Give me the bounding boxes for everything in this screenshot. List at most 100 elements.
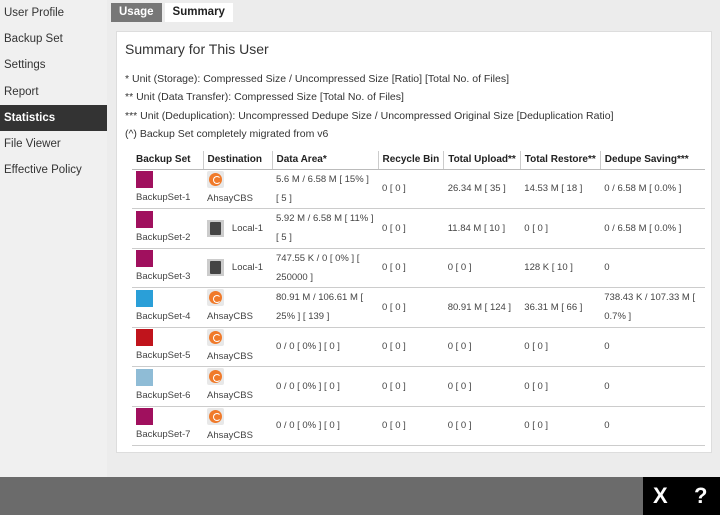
total-upload-cell: 0 [ 0 ]	[443, 327, 521, 367]
total-restore-cell: 0 [ 0 ]	[520, 327, 601, 367]
backup-set-cell: BackupSet-1	[132, 169, 203, 209]
destination-name: Local-1	[231, 262, 264, 274]
column-header: Total Upload**	[443, 151, 521, 170]
total-restore-cell: 0 [ 0 ]	[520, 366, 601, 407]
destination-cell: AhsayCBS	[203, 287, 272, 328]
column-header: Destination	[202, 151, 272, 170]
backup-set-name: BackupSet-4	[136, 310, 191, 322]
column-header: Data Area*	[271, 151, 378, 170]
sidebar-item-statistics[interactable]: Statistics	[0, 104, 107, 131]
table-row[interactable]: BackupSet-1 AhsayCBS 5.6 M / 6.58 M [ 15% …	[132, 169, 706, 209]
backup-set-name: BackupSet-1	[136, 192, 191, 204]
help-button[interactable]: ?	[694, 483, 707, 509]
table-row[interactable]: BackupSet-3 Local-1 747.55 K / 0 [ 0% ] […	[132, 248, 706, 288]
data-area-cell: 0 / 0 [ 0% ] [ 0 ]	[272, 327, 378, 367]
destination-name: AhsayCBS	[207, 311, 253, 323]
recycle-bin-cell: 0 [ 0 ]	[378, 169, 444, 209]
recycle-bin-cell: 0 [ 0 ]	[378, 208, 444, 249]
destination-name: AhsayCBS	[207, 350, 253, 362]
database-icon	[136, 329, 153, 347]
destination-name: Local-1	[231, 222, 264, 234]
recycle-bin-cell: 0 [ 0 ]	[378, 287, 444, 328]
file-icon	[136, 250, 153, 268]
backup-set-name: BackupSet-2	[136, 231, 191, 243]
total-upload-cell: 11.84 M [ 10 ]	[443, 208, 521, 249]
note: * Unit (Storage): Compressed Size / Unco…	[125, 73, 509, 85]
column-header: Backup Set	[132, 151, 203, 170]
tab-summary[interactable]: Summary	[164, 3, 233, 22]
destination-cell: Local-1	[203, 208, 272, 249]
data-area-cell: 80.91 M / 106.61 M [ 25% ] [ 139 ]	[272, 287, 378, 328]
summary-panel: Summary for This User * Unit (Storage): …	[116, 31, 712, 453]
sidebar-item-user-profile[interactable]: User Profile	[0, 0, 107, 26]
table-row[interactable]: BackupSet-5 AhsayCBS 0 / 0 [ 0% ] [ 0 ] 0 […	[132, 327, 706, 367]
tab-bar: Usage Summary	[111, 3, 236, 22]
backup-set-name: BackupSet-3	[136, 271, 191, 283]
dedupe-saving-cell: 738.43 K / 107.33 M [ 0.7% ]	[600, 287, 706, 328]
data-area-cell: 0 / 0 [ 0% ] [ 0 ]	[272, 406, 378, 446]
destination-cell: AhsayCBS	[203, 327, 272, 367]
note: ** Unit (Data Transfer): Compressed Size…	[125, 91, 404, 104]
dedupe-saving-cell: 0 / 6.58 M [ 0.0% ]	[600, 208, 706, 249]
total-upload-cell: 0 [ 0 ]	[443, 406, 521, 446]
data-area-cell: 5.92 M / 6.58 M [ 11% ] [ 5 ]	[272, 208, 378, 249]
total-upload-cell: 80.91 M [ 124 ]	[443, 287, 521, 328]
table-row[interactable]: BackupSet-7 AhsayCBS 0 / 0 [ 0% ] [ 0 ] 0 […	[132, 406, 706, 446]
sidebar-item-backup-set[interactable]: Backup Set	[0, 26, 107, 52]
action-box: X ?	[643, 477, 720, 515]
sidebar-item-file-viewer[interactable]: File Viewer	[0, 131, 107, 157]
dedupe-saving-cell: 0 / 6.58 M [ 0.0% ]	[600, 169, 706, 209]
ahsaycbs-icon	[207, 407, 224, 425]
backup-set-cell: BackupSet-5	[132, 327, 203, 367]
table-row[interactable]: BackupSet-2 Local-1 5.92 M / 6.58 M [ 11%…	[132, 208, 706, 249]
ahsaycbs-icon	[207, 170, 224, 188]
backup-set-name: BackupSet-5	[136, 350, 191, 362]
total-restore-cell: 14.53 M [ 18 ]	[520, 169, 601, 209]
table-row[interactable]: BackupSet-6 AhsayCBS 0 / 0 [ 0% ] [ 0 ] 0 […	[132, 366, 706, 407]
statistics-table: Backup Set Destination Data Area* Recycle B…	[132, 151, 706, 446]
sidebar: User Profile Backup Set Settings Report Stat…	[0, 0, 107, 477]
backup-set-name: BackupSet-7	[136, 429, 191, 441]
recycle-bin-cell: 0 [ 0 ]	[378, 327, 444, 367]
tab-usage[interactable]: Usage	[111, 3, 162, 22]
data-area-cell: 5.6 M / 6.58 M [ 15% ] [ 5 ]	[272, 169, 378, 209]
table-row[interactable]: BackupSet-4 AhsayCBS 80.91 M / 106.61 M [ …	[132, 287, 706, 328]
dedupe-saving-cell: 0	[600, 366, 706, 407]
data-area-cell: 0 / 0 [ 0% ] [ 0 ]	[272, 366, 378, 407]
dedupe-saving-cell: 0	[600, 248, 706, 288]
file-icon	[136, 408, 153, 426]
sidebar-item-settings[interactable]: Settings	[0, 52, 107, 78]
column-header: Dedupe Saving***	[599, 151, 706, 170]
destination-cell: AhsayCBS	[203, 406, 272, 446]
sidebar-item-effective-policy[interactable]: Effective Policy	[0, 157, 107, 183]
file-icon	[136, 171, 153, 189]
unit-notes: * Unit (Storage): Compressed Size / Unco…	[125, 70, 614, 143]
close-button[interactable]: X	[653, 483, 668, 509]
destination-cell: AhsayCBS	[203, 169, 272, 209]
destination-name: AhsayCBS	[207, 192, 253, 204]
backup-set-name: BackupSet-6	[136, 389, 191, 401]
local-drive-icon	[207, 219, 224, 237]
file-icon	[136, 210, 153, 228]
page-title: Summary for This User	[125, 41, 269, 57]
total-restore-cell: 0 [ 0 ]	[520, 406, 601, 446]
total-upload-cell: 0 [ 0 ]	[443, 366, 521, 407]
recycle-bin-cell: 0 [ 0 ]	[378, 366, 444, 407]
recycle-bin-cell: 0 [ 0 ]	[378, 248, 444, 288]
destination-cell: AhsayCBS	[203, 366, 272, 407]
dedupe-saving-cell: 0	[600, 327, 706, 367]
backup-set-cell: BackupSet-6	[132, 366, 203, 407]
total-restore-cell: 0 [ 0 ]	[520, 208, 601, 249]
note: *** Unit (Deduplication): Uncompressed D…	[125, 109, 614, 122]
cloud-file-icon	[136, 289, 153, 307]
dedupe-saving-cell: 0	[600, 406, 706, 446]
bottom-bar: X ?	[0, 477, 720, 515]
destination-name: AhsayCBS	[207, 429, 253, 441]
destination-name: AhsayCBS	[207, 390, 253, 402]
total-restore-cell: 36.31 M [ 66 ]	[520, 287, 601, 328]
recycle-bin-cell: 0 [ 0 ]	[378, 406, 444, 446]
local-drive-icon	[207, 259, 224, 277]
sidebar-item-report[interactable]: Report	[0, 79, 107, 105]
ahsaycbs-icon	[207, 368, 224, 386]
destination-cell: Local-1	[203, 248, 272, 288]
